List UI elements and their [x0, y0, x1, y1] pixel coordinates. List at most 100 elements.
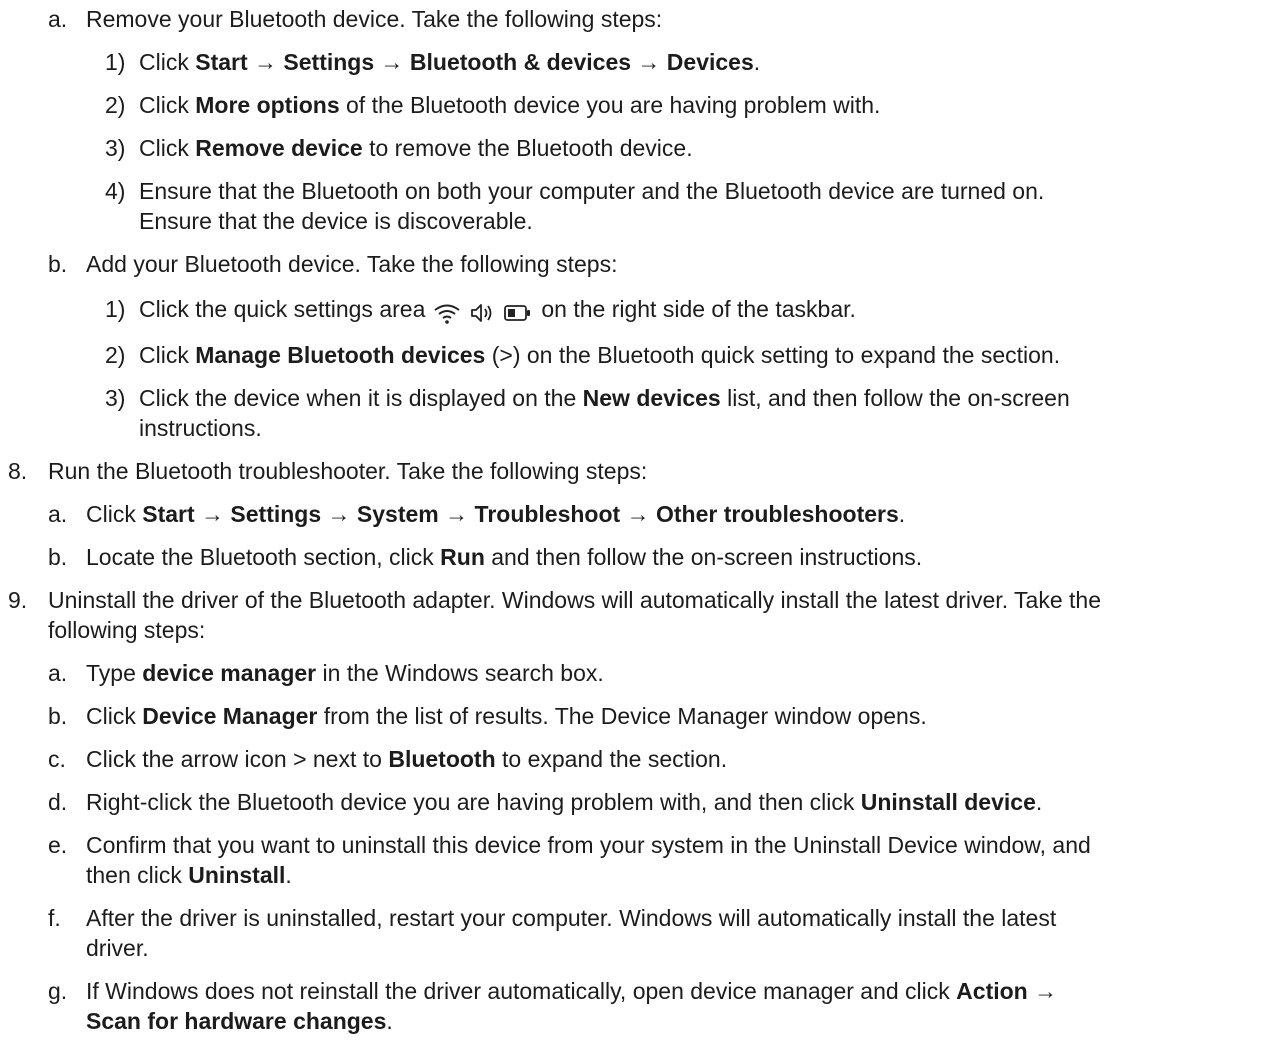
- text-run: .: [753, 49, 761, 75]
- list-marker: e.: [48, 832, 68, 858]
- text-run: to remove the Bluetooth device.: [362, 135, 693, 161]
- text-run: driver.: [86, 935, 149, 961]
- list-marker: g.: [48, 978, 68, 1004]
- bold-ui-term: Manage Bluetooth devices: [195, 342, 486, 368]
- text-line: Click Start → Settings → System → Troubl…: [86, 499, 905, 529]
- quick-settings-icons: [429, 296, 535, 326]
- text-run: Locate the Bluetooth section, click: [86, 544, 441, 570]
- speaker-icon: [468, 298, 496, 324]
- list-marker: c.: [48, 746, 66, 772]
- text-line: Click Device Manager from the list of re…: [86, 701, 927, 731]
- text-line: Confirm that you want to uninstall this …: [86, 830, 1091, 860]
- text-run: to expand the section.: [495, 746, 728, 772]
- text-run: Ensure that the device is discoverable.: [139, 208, 533, 234]
- list-marker: 1): [105, 296, 126, 322]
- text-line: Run the Bluetooth troubleshooter. Take t…: [48, 456, 647, 486]
- text-line: Add your Bluetooth device. Take the foll…: [86, 249, 617, 279]
- text-run: (>) on the Bluetooth quick setting to ex…: [485, 342, 1061, 368]
- text-run: Ensure that the Bluetooth on both your c…: [139, 178, 1045, 204]
- list-marker: b.: [48, 251, 68, 277]
- bold-ui-term: Uninstall device: [860, 789, 1036, 815]
- list-marker: b.: [48, 544, 68, 570]
- text-run: Uninstall the driver of the Bluetooth ad…: [48, 587, 1102, 613]
- list-marker: f.: [48, 905, 61, 931]
- list-marker: 9.: [8, 587, 28, 613]
- text-line: Ensure that the Bluetooth on both your c…: [139, 176, 1044, 206]
- text-run: Click: [86, 703, 143, 729]
- text-run: of the Bluetooth device you are having p…: [339, 92, 881, 118]
- text-run: Click: [139, 92, 196, 118]
- bold-ui-term: Scan for hardware changes: [86, 1008, 387, 1034]
- list-marker: a.: [48, 501, 68, 527]
- text-line: Locate the Bluetooth section, click Run …: [86, 542, 922, 572]
- list-marker: 8.: [8, 458, 28, 484]
- bold-ui-term: New devices: [582, 385, 721, 411]
- text-line: Click the device when it is displayed on…: [139, 383, 1070, 413]
- bold-ui-term: Start → Settings → System → Troubleshoot…: [142, 501, 899, 527]
- bold-ui-term: Device Manager: [142, 703, 318, 729]
- text-line: Right-click the Bluetooth device you are…: [86, 787, 1042, 817]
- text-run: Confirm that you want to uninstall this …: [86, 832, 1091, 858]
- text-run: Run the Bluetooth troubleshooter. Take t…: [48, 458, 648, 484]
- text-run: Click: [139, 49, 196, 75]
- list-marker: d.: [48, 789, 68, 815]
- text-run: Click the device when it is displayed on…: [139, 385, 583, 411]
- battery-icon: [502, 298, 532, 324]
- bold-ui-term: Bluetooth: [388, 746, 496, 772]
- bold-ui-term: Run: [440, 544, 485, 570]
- text-line: Scan for hardware changes.: [86, 1006, 393, 1036]
- text-line: then click Uninstall.: [86, 860, 292, 890]
- list-marker: 2): [105, 342, 126, 368]
- text-run: .: [386, 1008, 393, 1034]
- text-line: Click More options of the Bluetooth devi…: [139, 90, 880, 120]
- text-line: Uninstall the driver of the Bluetooth ad…: [48, 585, 1101, 615]
- text-line: following steps:: [48, 615, 205, 645]
- text-run: Click: [139, 135, 196, 161]
- text-run: list, and then follow the on-screen: [720, 385, 1070, 411]
- list-marker: a.: [48, 6, 68, 32]
- bold-ui-term: Remove device: [195, 135, 363, 161]
- text-run: Click: [139, 342, 196, 368]
- text-run: Click: [86, 501, 143, 527]
- bold-ui-term: device manager: [142, 660, 317, 686]
- bold-ui-term: Uninstall: [188, 862, 286, 888]
- bold-ui-term: More options: [195, 92, 340, 118]
- text-line: instructions.: [139, 413, 262, 443]
- text-run: then click: [86, 862, 189, 888]
- text-run: instructions.: [139, 415, 262, 441]
- text-run: from the list of results. The Device Man…: [317, 703, 927, 729]
- wifi-icon: [432, 298, 462, 324]
- list-marker: a.: [48, 660, 68, 686]
- text-line: Click Start → Settings → Bluetooth & dev…: [139, 47, 760, 77]
- text-run: in the Windows search box.: [316, 660, 604, 686]
- text-run: Remove your Bluetooth device. Take the f…: [86, 6, 663, 32]
- text-run: .: [898, 501, 906, 527]
- text-line: If Windows does not reinstall the driver…: [86, 976, 1057, 1006]
- text-run: Type: [86, 660, 143, 686]
- text-run: Click the arrow icon > next to: [86, 746, 389, 772]
- text-line: Click Remove device to remove the Blueto…: [139, 133, 693, 163]
- text-line: Ensure that the device is discoverable.: [139, 206, 533, 236]
- list-marker: 4): [105, 178, 126, 204]
- text-run: Click the quick settings area: [139, 296, 426, 322]
- text-line: Click the arrow icon > next to Bluetooth…: [86, 744, 727, 774]
- text-run: Add your Bluetooth device. Take the foll…: [86, 251, 618, 277]
- text-line: After the driver is uninstalled, restart…: [86, 903, 1056, 933]
- text-run: following steps:: [48, 617, 206, 643]
- list-marker: 1): [105, 49, 126, 75]
- bold-ui-term: Action →: [956, 978, 1058, 1004]
- list-marker: 3): [105, 135, 126, 161]
- list-marker: 2): [105, 92, 126, 118]
- text-line: Type device manager in the Windows searc…: [86, 658, 604, 688]
- text-line: driver.: [86, 933, 149, 963]
- text-line: Remove your Bluetooth device. Take the f…: [86, 4, 662, 34]
- text-run: .: [1035, 789, 1043, 815]
- document-page: a. Remove your Bluetooth device. Take the…: [0, 0, 1283, 1053]
- text-line: Click the quick settings area on the righ…: [139, 294, 856, 326]
- bold-ui-term: Start → Settings → Bluetooth & devices →…: [195, 49, 754, 75]
- text-run: .: [285, 862, 292, 888]
- text-run: If Windows does not reinstall the driver…: [86, 978, 957, 1004]
- text-run: and then follow the on-screen instructio…: [484, 544, 923, 570]
- text-run: on the right side of the taskbar.: [541, 296, 856, 322]
- text-run: Right-click the Bluetooth device you are…: [86, 789, 861, 815]
